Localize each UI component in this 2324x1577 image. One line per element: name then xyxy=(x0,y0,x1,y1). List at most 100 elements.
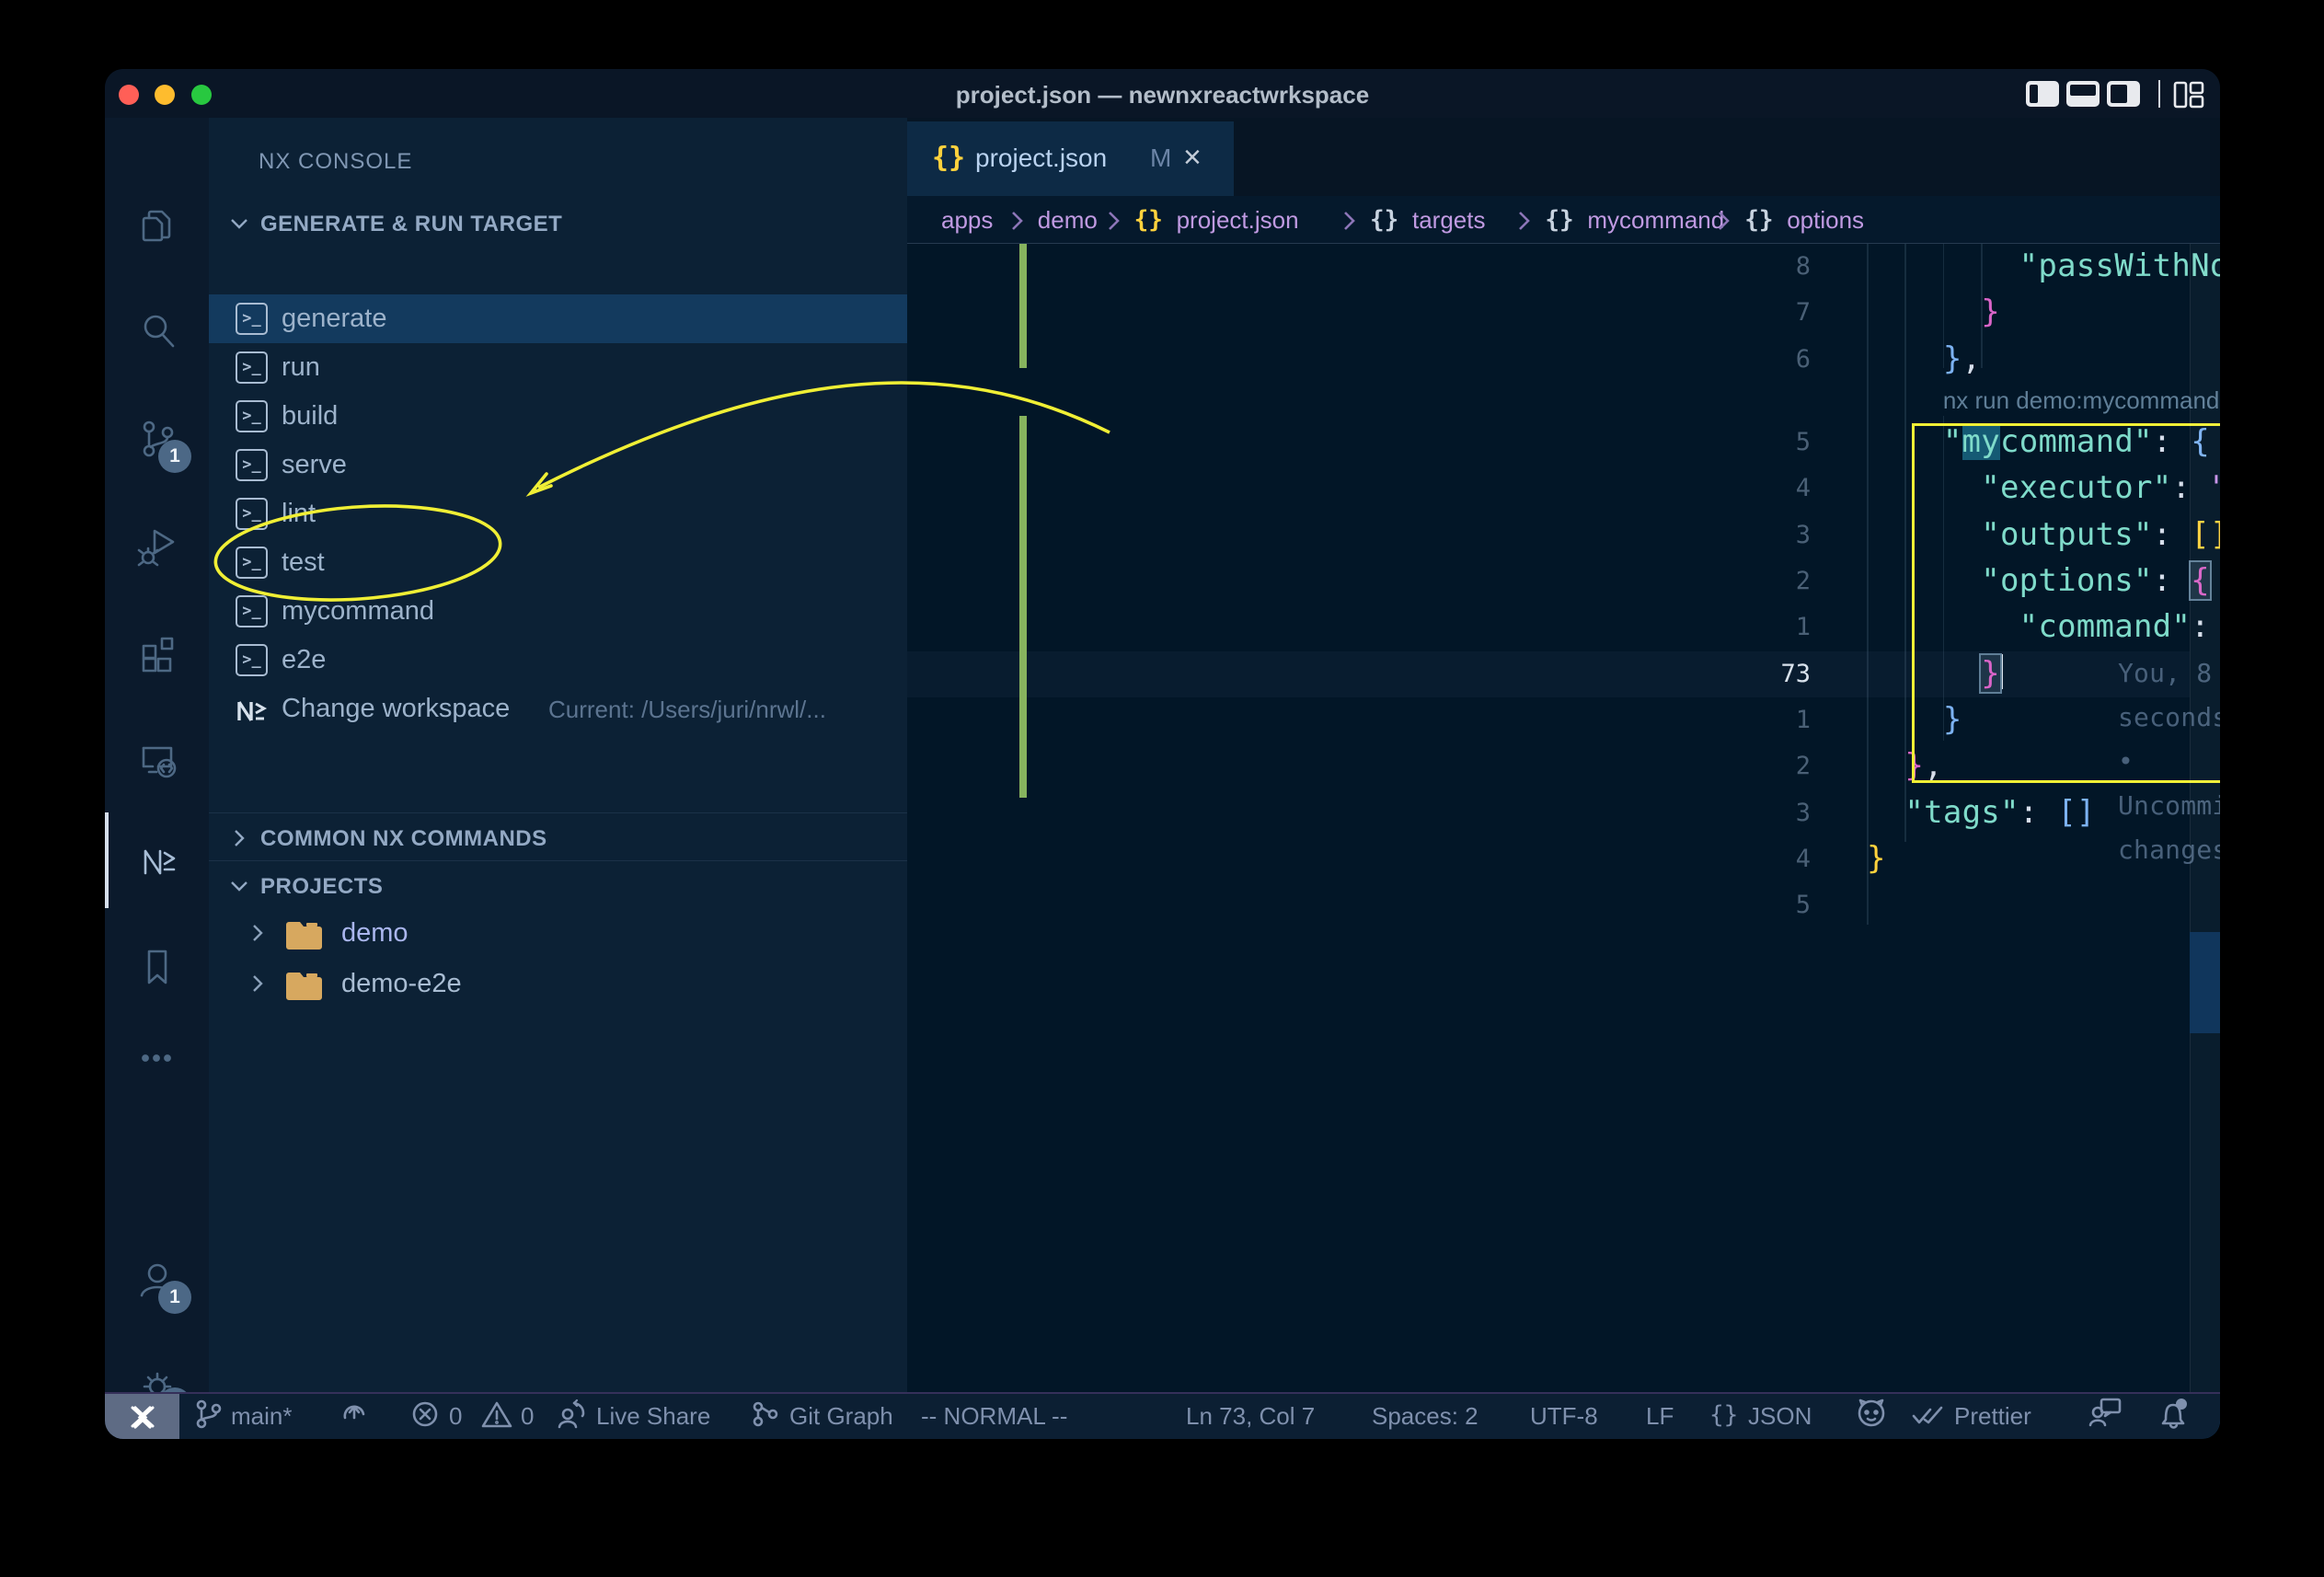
terminal-icon: >_ xyxy=(236,351,268,384)
status-0[interactable]: 0 xyxy=(480,1394,534,1439)
terminal-icon: >_ xyxy=(236,595,268,627)
breadcrumb-separator-icon xyxy=(1105,209,1122,239)
label: PROJECTS xyxy=(260,874,383,900)
annotation-rectangle xyxy=(1912,423,2220,783)
chevron-right-icon xyxy=(246,921,270,945)
line-number: 6 xyxy=(1581,337,1811,383)
target-item-test[interactable]: >_ test xyxy=(209,538,907,587)
breadcrumb-item-targets[interactable]: targets xyxy=(1412,206,1486,235)
status-bell-icon[interactable] xyxy=(2155,1394,2192,1439)
section-common-nx-commands[interactable]: COMMON NX COMMANDS xyxy=(209,815,907,861)
target-item-run[interactable]: >_ run xyxy=(209,343,907,392)
code-token: "tags" xyxy=(1904,794,2019,831)
status-sync-icon[interactable] xyxy=(338,1394,371,1439)
status-prettier[interactable]: Prettier xyxy=(1910,1394,2031,1439)
status-utf-8[interactable]: UTF-8 xyxy=(1530,1394,1598,1439)
breadcrumb-separator-icon xyxy=(1008,209,1025,239)
code-line-7[interactable]: 7} xyxy=(907,290,2220,336)
line-number: 5 xyxy=(1581,882,1811,928)
toggle-panel-icon[interactable] xyxy=(2066,81,2100,107)
status-0[interactable]: 0 xyxy=(408,1394,462,1439)
breadcrumb-item-mycommand[interactable]: mycommand xyxy=(1587,206,1724,235)
breadcrumb-separator-icon xyxy=(1715,209,1731,239)
status-lf[interactable]: LF xyxy=(1646,1394,1674,1439)
code-line-5[interactable]: 5 xyxy=(907,882,2220,928)
activity-extensions-icon[interactable] xyxy=(105,607,209,699)
breadcrumb-item-apps[interactable]: apps xyxy=(941,206,993,235)
svg-text:{}: {} xyxy=(1709,1401,1738,1429)
code-line-4[interactable]: 4} xyxy=(907,836,2220,882)
status-feedback-icon[interactable] xyxy=(2087,1394,2123,1439)
chevron-right-icon xyxy=(227,826,251,850)
activity-source-control-icon[interactable]: 1 xyxy=(105,392,209,484)
activity-more-icon[interactable] xyxy=(105,1012,209,1104)
status-git-graph[interactable]: Git Graph xyxy=(749,1394,893,1439)
editor-layout-icon[interactable] xyxy=(2173,81,2204,113)
activity-files-icon[interactable] xyxy=(105,180,209,272)
activity-remote-explorer-icon[interactable] xyxy=(105,713,209,805)
status-github-icon[interactable] xyxy=(1853,1394,1890,1439)
status-spaces-2[interactable]: Spaces: 2 xyxy=(1372,1394,1478,1439)
tab-modified-badge: M xyxy=(1150,144,1171,173)
sidebar-title: NX CONSOLE xyxy=(259,149,412,175)
target-item-mycommand[interactable]: >_ mycommand xyxy=(209,587,907,636)
toggle-sidebar-left-icon[interactable] xyxy=(2026,81,2059,107)
breadcrumb-item-demo[interactable]: demo xyxy=(1038,206,1098,235)
json-file-icon: {} xyxy=(932,142,965,174)
remote-indicator[interactable] xyxy=(105,1394,179,1439)
project-item-demo-e2e[interactable]: demo-e2e xyxy=(209,960,907,1008)
editor-group: {} project.json M × apps demo {} project.js… xyxy=(907,118,2220,1392)
codelens-run-command[interactable]: nx run demo:mycommand xyxy=(1943,383,2220,420)
activity-run-debug-icon[interactable] xyxy=(105,500,209,592)
label: generate xyxy=(282,304,387,334)
status-ln-73-col-7[interactable]: Ln 73, Col 7 xyxy=(1186,1394,1315,1439)
activity-nx-console-icon[interactable] xyxy=(105,814,209,906)
status-main-[interactable]: main* xyxy=(192,1394,292,1439)
sidebar-header: NX CONSOLE ⋯ xyxy=(209,118,907,202)
activity-search-icon[interactable] xyxy=(105,283,209,375)
activity-bar: 111 xyxy=(105,118,209,1392)
titlebar-separator xyxy=(2158,80,2160,108)
tab-close-icon[interactable]: × xyxy=(1183,140,1202,176)
terminal-icon: >_ xyxy=(236,449,268,481)
code-line-8[interactable]: 8"passWithNoTests": true xyxy=(907,244,2220,290)
terminal-icon: >_ xyxy=(236,547,268,579)
section-generate-run-target[interactable]: GENERATE & RUN TARGET xyxy=(209,201,907,247)
line-number: 7 xyxy=(1581,290,1811,336)
vertical-scrollbar[interactable] xyxy=(2190,244,2220,1413)
target-item-e2e[interactable]: >_ e2e xyxy=(209,636,907,685)
codelens-line[interactable]: nx run demo:mycommand xyxy=(907,383,2220,420)
breadcrumb-item-project.json[interactable]: project.json xyxy=(1177,206,1299,235)
folder-icon xyxy=(284,919,325,950)
target-item-build[interactable]: >_ build xyxy=(209,392,907,441)
section-projects[interactable]: PROJECTS xyxy=(209,863,907,909)
label: COMMON NX COMMANDS xyxy=(260,826,547,852)
breadcrumb-item-options[interactable]: options xyxy=(1787,206,1864,235)
target-item-serve[interactable]: >_ serve xyxy=(209,441,907,489)
change-workspace-item[interactable]: Change workspace Current: /Users/juri/nr… xyxy=(209,685,907,733)
breadcrumb[interactable]: appsdemo{}project.json{}targets{}mycomma… xyxy=(907,196,2220,244)
target-item-lint[interactable]: >_ lint xyxy=(209,489,907,538)
activity-bookmarks-icon[interactable] xyxy=(105,920,209,1012)
code-area[interactable]: 8"passWithNoTests": true7}6},nx run demo… xyxy=(907,244,2220,1392)
label: build xyxy=(282,401,338,432)
tab-project-json[interactable]: {} project.json M × xyxy=(907,121,1234,196)
status--normal-[interactable]: -- NORMAL -- xyxy=(921,1394,1067,1439)
target-item-generate[interactable]: >_ generate xyxy=(209,294,907,343)
code-line-3[interactable]: 3"tags": [] xyxy=(907,790,2220,836)
line-number: 2 xyxy=(1581,743,1811,789)
sidebar-nx-console: NX CONSOLE ⋯ GENERATE & RUN TARGET >_ ge… xyxy=(209,118,907,1392)
tab-bar: {} project.json M × xyxy=(907,118,2220,196)
status-json[interactable]: {}JSON xyxy=(1708,1394,1812,1439)
chevron-down-icon xyxy=(227,212,251,236)
status-live-share[interactable]: Live Share xyxy=(556,1394,710,1439)
activity-account-icon[interactable]: 1 xyxy=(105,1233,209,1325)
code-line-6[interactable]: 6}, xyxy=(907,337,2220,383)
badge: 1 xyxy=(158,440,191,473)
toggle-sidebar-right-icon[interactable] xyxy=(2107,81,2140,107)
vertical-scrollbar-slider[interactable] xyxy=(2190,932,2220,1033)
breadcrumb-separator-icon xyxy=(1340,209,1357,239)
title-bar[interactable]: project.json — newnxreactwrkspace xyxy=(105,69,2220,118)
project-item-demo[interactable]: demo xyxy=(209,909,907,958)
label: Change workspace xyxy=(282,694,510,724)
